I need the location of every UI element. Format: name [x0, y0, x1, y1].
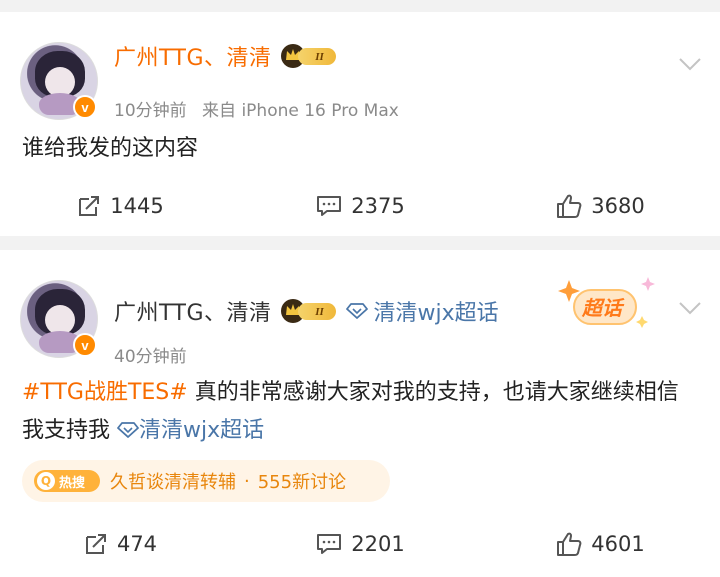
vip-level: II [297, 303, 336, 320]
inline-topic-link[interactable]: 清清wjx超话 [117, 418, 264, 443]
like-icon [557, 194, 582, 218]
chevron-down-icon[interactable] [678, 300, 702, 316]
supertopic-label: 清清wjx超话 [373, 301, 499, 326]
hot-discussion-count: 555新讨论 [257, 472, 347, 493]
username[interactable]: 广州TTG、清清 [114, 40, 272, 72]
post-meta: 10分钟前 来自 iPhone 16 Pro Max [114, 96, 399, 121]
verified-v-icon: v [73, 95, 97, 119]
like-count: 4601 [591, 532, 645, 556]
hot-search-badge: Q 热搜 [34, 470, 100, 492]
post-time: 40分钟前 [114, 347, 187, 367]
vip-badge[interactable]: II [280, 43, 336, 69]
repost-button[interactable]: 474 [0, 524, 240, 564]
like-button[interactable]: 4601 [480, 524, 720, 564]
comment-count: 2375 [351, 194, 405, 218]
sticker-text: 超话 [582, 296, 622, 320]
like-icon [557, 532, 582, 556]
post-source: 来自 iPhone 16 Pro Max [202, 101, 399, 121]
diamond-icon [345, 303, 368, 319]
like-count: 3680 [591, 194, 645, 218]
like-button[interactable]: 3680 [480, 186, 720, 226]
comment-button[interactable]: 2201 [240, 524, 480, 564]
hashtag-link[interactable]: #TTG战胜TES# [22, 380, 188, 405]
avatar[interactable]: v [20, 42, 98, 120]
chevron-down-icon[interactable] [678, 56, 702, 72]
post-text: #TTG战胜TES# 真的非常感谢大家对我的支持，也请大家继续相信我支持我 清清… [22, 374, 698, 450]
hot-search-chip[interactable]: Q 热搜 久哲谈清清转辅 · 555新讨论 [22, 460, 390, 502]
post-time: 10分钟前 [114, 101, 187, 121]
weibo-post-2: v 广州TTG、清清 II 清清wjx超话 超话 40分钟前 #TTG战胜TES… [0, 250, 720, 577]
vip-level: II [297, 48, 336, 65]
comment-icon [317, 196, 342, 216]
hot-icon: Q [37, 472, 55, 490]
repost-button[interactable]: 1445 [0, 186, 240, 226]
diamond-icon [117, 422, 139, 438]
avatar[interactable]: v [20, 280, 98, 358]
repost-count: 474 [116, 532, 158, 556]
username[interactable]: 广州TTG、清清 [114, 295, 272, 327]
action-bar: 474 2201 4601 [0, 524, 720, 564]
hot-badge-label: 热搜 [59, 475, 86, 491]
action-bar: 1445 2375 3680 [0, 186, 720, 226]
repost-count: 1445 [110, 194, 164, 218]
repost-icon [79, 196, 100, 216]
supertopic-sticker: 超话 [556, 276, 655, 334]
post-meta: 40分钟前 [114, 342, 187, 367]
comment-button[interactable]: 2375 [240, 186, 480, 226]
verified-v-icon: v [73, 333, 97, 357]
supertopic-link[interactable]: 清清wjx超话 [345, 295, 499, 327]
repost-icon [85, 534, 106, 554]
hot-separator: · [244, 470, 250, 492]
weibo-post-1: v 广州TTG、清清 II 10分钟前 来自 iPhone 16 Pro Max… [0, 12, 720, 236]
comment-count: 2201 [351, 532, 405, 556]
post-text: 谁给我发的这内容 [22, 136, 199, 161]
inline-topic-label: 清清wjx超话 [139, 418, 265, 443]
vip-badge[interactable]: II [280, 298, 336, 324]
hot-search-title: 久哲谈清清转辅 [110, 472, 236, 493]
comment-icon [317, 534, 342, 554]
